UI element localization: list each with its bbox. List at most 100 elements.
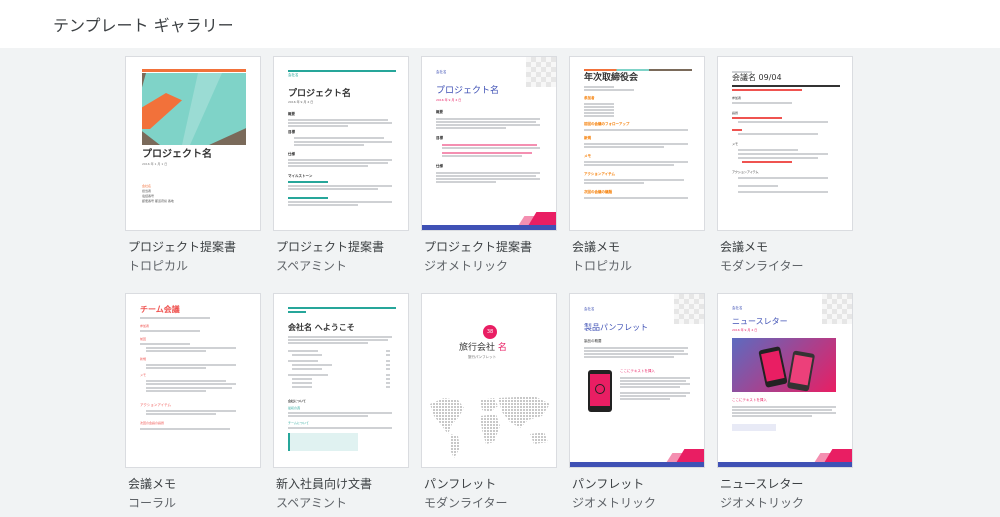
preview-date: 2016 年 9 月 4 日: [732, 328, 758, 332]
template-name: パンフレット: [424, 477, 497, 491]
preview-heading: 概要: [436, 110, 443, 114]
template-card-project-proposal-spearmint[interactable]: 会社名 プロジェクト名 2016 年 9 月 4 日 概要 目標 仕様 マイルス…: [273, 56, 409, 231]
logo-text: 38: [486, 329, 494, 335]
preview-heading: 前回の会議のフォローアップ: [584, 122, 630, 126]
template-label[interactable]: 会議メモ モダンライター: [720, 238, 870, 274]
template-thumbnail: 会社名 プロジェクト名 2016 年 9 月 4 日 概要 目標 仕様: [422, 57, 556, 230]
preview-company: 会社名: [436, 70, 447, 74]
template-label[interactable]: パンフレット ジオメトリック: [572, 475, 722, 511]
preview-date: 2016 年 9 月 4 日: [288, 100, 314, 104]
template-gallery: プロジェクト名 2016 年 1 月 1 日 会社名 担当者 電話番号 郵便番号…: [0, 48, 1000, 517]
template-card-meeting-notes-tropical[interactable]: 年次取締役会 参加者 前回の会議のフォローアップ 新規 メモ アクションアイテム…: [569, 56, 705, 231]
template-card-newsletter-geometric[interactable]: 会社名 ニュースレター 2016 年 9 月 4 日 ここにテキストを挿入: [717, 293, 853, 468]
geometric-pattern: [822, 294, 852, 324]
template-label[interactable]: プロジェクト提案書 トロピカル: [128, 238, 278, 274]
template-label[interactable]: ニュースレター ジオメトリック: [720, 475, 870, 511]
gallery-header: テンプレート ギャラリー: [0, 0, 1000, 48]
template-card-project-proposal-geometric[interactable]: 会社名 プロジェクト名 2016 年 9 月 4 日 概要 目標 仕様: [421, 56, 557, 231]
accent-bar: [142, 69, 246, 72]
template-card-project-proposal-tropical[interactable]: プロジェクト名 2016 年 1 月 1 日 会社名 担当者 電話番号 郵便番号…: [125, 56, 261, 231]
preview-title: 年次取締役会: [584, 73, 639, 83]
preview-heading: 仕様: [436, 164, 443, 168]
preview-line: 担当者: [142, 189, 152, 193]
template-card-onboarding-spearmint[interactable]: 会社名 へようこそ 会社について 最初の週 チームについて: [273, 293, 409, 468]
template-thumbnail: 会社名 プロジェクト名 2016 年 9 月 4 日 概要 目標 仕様 マイルス…: [274, 57, 408, 230]
preview-title: プロジェクト名: [288, 89, 352, 99]
preview-company: 会社名: [288, 73, 299, 77]
template-style: スペアミント: [276, 496, 347, 510]
preview-heading: 仕様: [288, 152, 295, 156]
geometric-pattern: [526, 57, 556, 87]
template-style: ジオメトリック: [572, 496, 657, 510]
preview-title: チーム会議: [140, 305, 180, 314]
template-style: ジオメトリック: [424, 259, 509, 273]
template-style: トロピカル: [572, 259, 633, 273]
preview-title: ニュースレター: [732, 317, 788, 326]
template-label[interactable]: プロジェクト提案書 スペアミント: [276, 238, 426, 274]
preview-title: プロジェクト名: [436, 86, 500, 96]
template-card-brochure-modern-writer[interactable]: 38 旅行会社 名 旅行パンフレット: [421, 293, 557, 468]
template-label[interactable]: 会議メモ トロピカル: [572, 238, 722, 274]
template-name: 会議メモ: [128, 477, 177, 491]
template-name: プロジェクト提案書: [424, 240, 533, 254]
preview-title: 旅行会社 名: [459, 343, 507, 354]
template-card-meeting-notes-coral[interactable]: チーム会議 参加者 前回 新規 メモ アクションアイテム 次回の会議の議題: [125, 293, 261, 468]
hero-image: [732, 338, 836, 392]
preview-heading: メモ: [732, 142, 739, 146]
template-label[interactable]: パンフレット モダンライター: [424, 475, 574, 511]
template-label[interactable]: 新入社員向け文書 スペアミント: [276, 475, 426, 511]
template-thumbnail: 年次取締役会 参加者 前回の会議のフォローアップ 新規 メモ アクションアイテム…: [570, 57, 704, 230]
preview-heading: メモ: [584, 154, 591, 158]
template-style: コーラル: [128, 496, 177, 510]
template-name: パンフレット: [572, 477, 645, 491]
preview-heading: 次回の会議の議題: [140, 421, 165, 425]
preview-heading: 参加者: [140, 324, 150, 328]
template-thumbnail: 会社名 へようこそ 会社について 最初の週 チームについて: [274, 294, 408, 467]
preview-title-accent: 名: [497, 343, 507, 353]
preview-heading: 概要: [288, 112, 295, 116]
template-thumbnail: 会議名 09/04 参加者 議題 メモ アクションアイテム: [718, 57, 852, 230]
preview-heading: マイルストーン: [288, 174, 313, 178]
template-card-meeting-notes-modern-writer[interactable]: 会議名 09/04 参加者 議題 メモ アクションアイテム: [717, 56, 853, 231]
preview-heading: アクションアイテム: [584, 172, 615, 176]
preview-heading: 次回の会議の議題: [584, 190, 612, 194]
preview-heading: チームについて: [288, 421, 309, 425]
preview-heading: 目標: [436, 136, 443, 140]
phone-image: [588, 370, 612, 412]
template-thumbnail: プロジェクト名 2016 年 1 月 1 日 会社名 担当者 電話番号 郵便番号…: [126, 57, 260, 230]
template-card-brochure-geometric[interactable]: 会社名 製品パンフレット 製品の概要 ここにテキストを挿入: [569, 293, 705, 468]
template-label[interactable]: 会議メモ コーラル: [128, 475, 278, 511]
template-thumbnail: 38 旅行会社 名 旅行パンフレット: [422, 294, 556, 467]
template-thumbnail: 会社名 製品パンフレット 製品の概要 ここにテキストを挿入: [570, 294, 704, 467]
preview-line: 会社名: [142, 184, 152, 188]
preview-heading: 参加者: [584, 96, 595, 100]
preview-heading: 新規: [140, 357, 147, 361]
preview-line: 電話番号: [142, 194, 155, 198]
template-label[interactable]: プロジェクト提案書 ジオメトリック: [424, 238, 574, 274]
callout-box: [288, 433, 358, 451]
template-name: ニュースレター: [720, 477, 804, 491]
preview-heading: 参加者: [732, 96, 742, 100]
page-title: テンプレート ギャラリー: [53, 16, 234, 35]
logo-badge: 38: [483, 325, 497, 339]
preview-company: 会社名: [584, 307, 595, 311]
template-name: 会議メモ: [572, 240, 621, 254]
template-name: プロジェクト提案書: [276, 240, 385, 254]
template-style: モダンライター: [424, 496, 508, 510]
preview-heading: アクションアイテム: [140, 403, 171, 407]
preview-heading: ここにテキストを挿入: [620, 369, 655, 373]
preview-heading: ここにテキストを挿入: [732, 398, 767, 402]
preview-title-main: 旅行会社: [459, 343, 498, 353]
preview-title: 会社名 へようこそ: [288, 323, 355, 332]
preview-heading: 目標: [288, 130, 295, 134]
world-map-icon: [430, 396, 550, 458]
preview-heading: 最初の週: [288, 406, 301, 410]
preview-date: 2016 年 9 月 4 日: [436, 98, 462, 102]
preview-date: 2016 年 1 月 1 日: [142, 162, 168, 166]
template-style: モダンライター: [720, 259, 804, 273]
preview-company: 会社名: [732, 306, 743, 310]
template-thumbnail: チーム会議 参加者 前回 新規 メモ アクションアイテム 次回の会議の議題: [126, 294, 260, 467]
geometric-pattern: [674, 294, 704, 324]
preview-title: 会議名 09/04: [732, 73, 782, 82]
preview-heading: アクションアイテム: [732, 170, 759, 174]
